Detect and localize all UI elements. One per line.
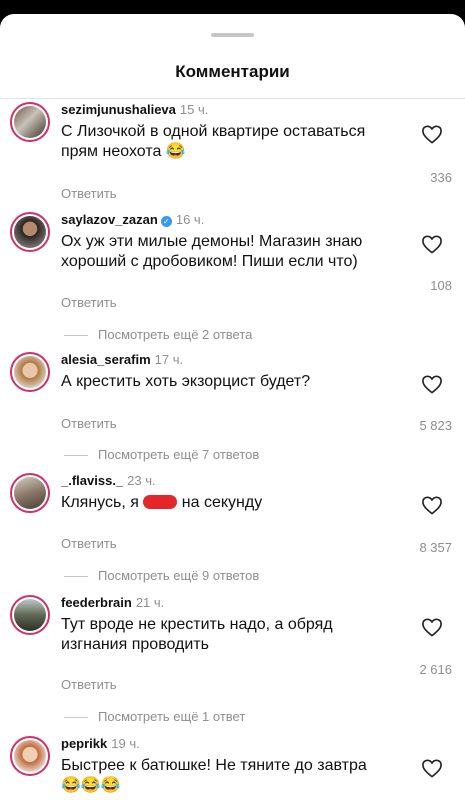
avatar[interactable] bbox=[10, 102, 50, 142]
reply-button[interactable]: Ответить bbox=[61, 416, 117, 431]
comment-text: Ох уж эти милые демоны! Магазин знаю хор… bbox=[61, 233, 363, 270]
avatar[interactable] bbox=[10, 212, 50, 252]
heart-outline-icon[interactable] bbox=[421, 758, 443, 778]
comment-text-after: на секунду bbox=[177, 494, 263, 511]
username-link[interactable]: alesia_serafim bbox=[61, 352, 151, 367]
heart-outline-icon[interactable] bbox=[421, 124, 443, 144]
sheet-title: Комментарии bbox=[175, 62, 290, 81]
comment-time: 17 ч. bbox=[154, 352, 184, 367]
reply-button[interactable]: Ответить bbox=[61, 536, 117, 551]
comment-meta: peprikk 19 ч. bbox=[61, 736, 140, 751]
comment-time: 16 ч. bbox=[175, 212, 205, 227]
view-more-label: Посмотреть ещё 1 ответ bbox=[98, 709, 246, 724]
replies-line bbox=[64, 717, 88, 719]
view-more-label: Посмотреть ещё 9 ответов bbox=[98, 568, 260, 583]
username-link[interactable]: saylazov_zazan bbox=[61, 212, 158, 227]
header-divider bbox=[0, 98, 465, 99]
view-more-replies[interactable]: Посмотреть ещё 9 ответов bbox=[64, 568, 259, 583]
comment-meta: feederbrain 21 ч. bbox=[61, 595, 164, 610]
view-more-label: Посмотреть ещё 7 ответов bbox=[98, 447, 260, 462]
comment-time: 15 ч. bbox=[179, 102, 209, 117]
comment-time: 23 ч. bbox=[127, 473, 156, 488]
like-count: 2 616 bbox=[419, 662, 452, 677]
heart-outline-icon[interactable] bbox=[421, 495, 443, 515]
avatar[interactable] bbox=[10, 352, 50, 392]
replies-line bbox=[64, 576, 88, 578]
reply-button[interactable]: Ответить bbox=[61, 295, 117, 310]
comment-time: 19 ч. bbox=[111, 736, 140, 751]
view-more-label: Посмотреть ещё 2 ответа bbox=[98, 327, 253, 342]
comment-text: С Лизочкой в одной квартире оставаться п… bbox=[61, 123, 366, 160]
replies-line bbox=[64, 335, 88, 337]
comment-text: А крестить хоть экзорцист будет? bbox=[61, 373, 311, 390]
like-count: 108 bbox=[430, 278, 452, 293]
username-link[interactable]: sezimjunushalieva bbox=[61, 102, 176, 117]
comment-meta: saylazov_zazan ✓ 16 ч. bbox=[61, 212, 204, 227]
view-more-replies[interactable]: Посмотреть ещё 1 ответ bbox=[64, 709, 245, 724]
comment-text: Клянусь, я на секунду bbox=[61, 493, 391, 513]
comment-text: Быстрее к батюшке! Не тяните до завтра 😂… bbox=[61, 757, 367, 794]
comment-meta: sezimjunushalieva 15 ч. bbox=[61, 102, 208, 117]
username-link[interactable]: peprikk bbox=[61, 736, 107, 751]
like-count: 5 823 bbox=[419, 418, 452, 433]
view-more-replies[interactable]: Посмотреть ещё 2 ответа bbox=[64, 327, 252, 342]
avatar[interactable] bbox=[10, 595, 50, 635]
replies-line bbox=[64, 455, 88, 457]
comment-meta: alesia_serafim 17 ч. bbox=[61, 352, 183, 367]
heart-outline-icon[interactable] bbox=[421, 234, 443, 254]
drag-handle[interactable] bbox=[211, 33, 254, 37]
avatar[interactable] bbox=[10, 473, 50, 513]
censored-scribble bbox=[143, 495, 178, 509]
verified-badge-icon: ✓ bbox=[160, 216, 172, 227]
heart-outline-icon[interactable] bbox=[421, 374, 443, 394]
avatar[interactable] bbox=[10, 736, 50, 776]
comment-text: Тут вроде не крестить надо, а обряд изгн… bbox=[61, 616, 333, 653]
comment-time: 21 ч. bbox=[135, 595, 165, 610]
reply-button[interactable]: Ответить bbox=[61, 677, 117, 692]
comments-sheet: Комментарии sezimjunushalieva 15 ч. С Лиз… bbox=[0, 14, 465, 800]
username-link[interactable]: feederbrain bbox=[61, 595, 132, 610]
view-more-replies[interactable]: Посмотреть ещё 7 ответов bbox=[64, 447, 259, 462]
comment-text-before: Клянусь, я bbox=[61, 494, 144, 511]
heart-outline-icon[interactable] bbox=[421, 617, 443, 637]
like-count: 336 bbox=[430, 170, 452, 185]
username-link[interactable]: _.flaviss._ bbox=[61, 473, 123, 488]
comment-meta: _.flaviss._ 23 ч. bbox=[61, 473, 156, 488]
like-count: 8 357 bbox=[419, 540, 452, 555]
reply-button[interactable]: Ответить bbox=[61, 186, 117, 201]
